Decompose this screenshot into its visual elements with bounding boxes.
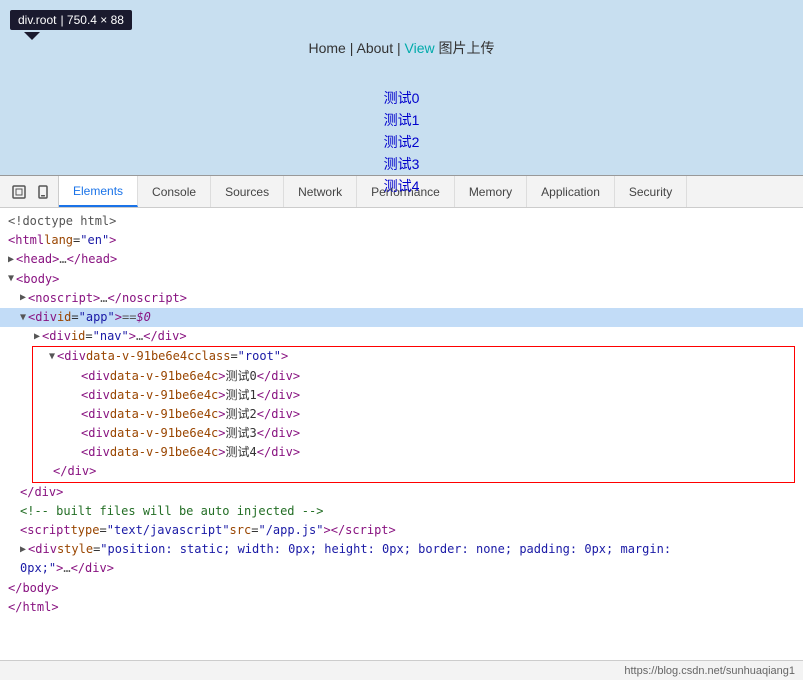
tooltip-size: | 750.4 × 88	[60, 13, 124, 27]
devtools-tabs: Elements Console Sources Network Perform…	[59, 176, 687, 207]
page-nav: Home | About | View 图片上传	[308, 38, 494, 58]
list-container: 测试0 测试1 测试2 测试3 测试4	[384, 88, 420, 196]
code-line-noscript[interactable]: ▶ <noscript>…</noscript>	[0, 289, 803, 308]
list-item-2[interactable]: 测试2	[384, 132, 420, 152]
red-box-container: ▼ <div data-v-91be6e4c class="root" > <d…	[32, 346, 795, 482]
element-tooltip: div.root | 750.4 × 88	[10, 10, 132, 30]
code-line-div-style[interactable]: ▶ <div style="position: static; width: 0…	[0, 540, 803, 559]
code-line-body-close[interactable]: </body>	[0, 579, 803, 598]
code-line-div-app[interactable]: ▼ <div id="app" > == $0	[0, 308, 803, 327]
elements-code-area[interactable]: <!doctype html> <html lang="en" > ▶ <hea…	[0, 208, 803, 660]
devtools-icons	[4, 176, 59, 207]
code-line-div-app-close[interactable]: </div>	[0, 483, 803, 502]
code-line-ce2[interactable]: <div data-v-91be6e4c >测试2</div>	[33, 405, 794, 424]
tooltip-arrow	[24, 32, 40, 40]
devtools-panel: Elements Console Sources Network Perform…	[0, 175, 803, 680]
about-link[interactable]: About	[357, 40, 394, 56]
code-line-div-style-cont[interactable]: 0px;">…</div>	[0, 559, 803, 578]
cursor-icon[interactable]	[10, 183, 28, 201]
tab-sources[interactable]: Sources	[211, 176, 284, 207]
list-item-3[interactable]: 测试3	[384, 154, 420, 174]
list-item-0[interactable]: 测试0	[384, 88, 420, 108]
tab-memory[interactable]: Memory	[455, 176, 527, 207]
code-line-div-nav[interactable]: ▶ <div id="nav" >…</div>	[0, 327, 803, 346]
code-line-div-root[interactable]: ▼ <div data-v-91be6e4c class="root" >	[33, 347, 794, 366]
tab-elements[interactable]: Elements	[59, 176, 138, 207]
list-item-1[interactable]: 测试1	[384, 110, 420, 130]
phone-icon[interactable]	[34, 183, 52, 201]
code-line-doctype[interactable]: <!doctype html>	[0, 212, 803, 231]
code-line-ce0[interactable]: <div data-v-91be6e4c >测试0</div>	[33, 367, 794, 386]
nav-sep1: |	[350, 40, 357, 56]
tooltip-selector: div.root	[18, 13, 56, 27]
tab-console[interactable]: Console	[138, 176, 211, 207]
list-item-4[interactable]: 测试4	[384, 176, 420, 196]
tab-security[interactable]: Security	[615, 176, 687, 207]
code-line-html[interactable]: <html lang="en" >	[0, 231, 803, 250]
code-line-html-close[interactable]: </html>	[0, 598, 803, 617]
home-link[interactable]: Home	[308, 40, 345, 56]
code-line-script[interactable]: <script type="text/javascript" src="/app…	[0, 521, 803, 540]
tab-network[interactable]: Network	[284, 176, 357, 207]
view-link[interactable]: View	[405, 40, 435, 56]
status-url: https://blog.csdn.net/sunhuaqiang1	[624, 665, 795, 677]
code-line-ce1[interactable]: <div data-v-91be6e4c >测试1</div>	[33, 386, 794, 405]
code-line-head[interactable]: ▶ <head>…</head>	[0, 250, 803, 269]
status-bar: https://blog.csdn.net/sunhuaqiang1	[0, 660, 803, 680]
code-line-ce3[interactable]: <div data-v-91be6e4c >测试3</div>	[33, 424, 794, 443]
code-line-ce4[interactable]: <div data-v-91be6e4c >测试4</div>	[33, 443, 794, 462]
code-line-body[interactable]: ▼ <body>	[0, 270, 803, 289]
upload-link[interactable]: 图片上传	[439, 40, 495, 56]
code-line-div-root-close[interactable]: </div>	[33, 462, 794, 481]
browser-preview: div.root | 750.4 × 88 Home | About | Vie…	[0, 0, 803, 175]
tab-application[interactable]: Application	[527, 176, 615, 207]
code-line-comment[interactable]: <!-- built files will be auto injected -…	[0, 502, 803, 521]
nav-sep2: |	[397, 40, 405, 56]
